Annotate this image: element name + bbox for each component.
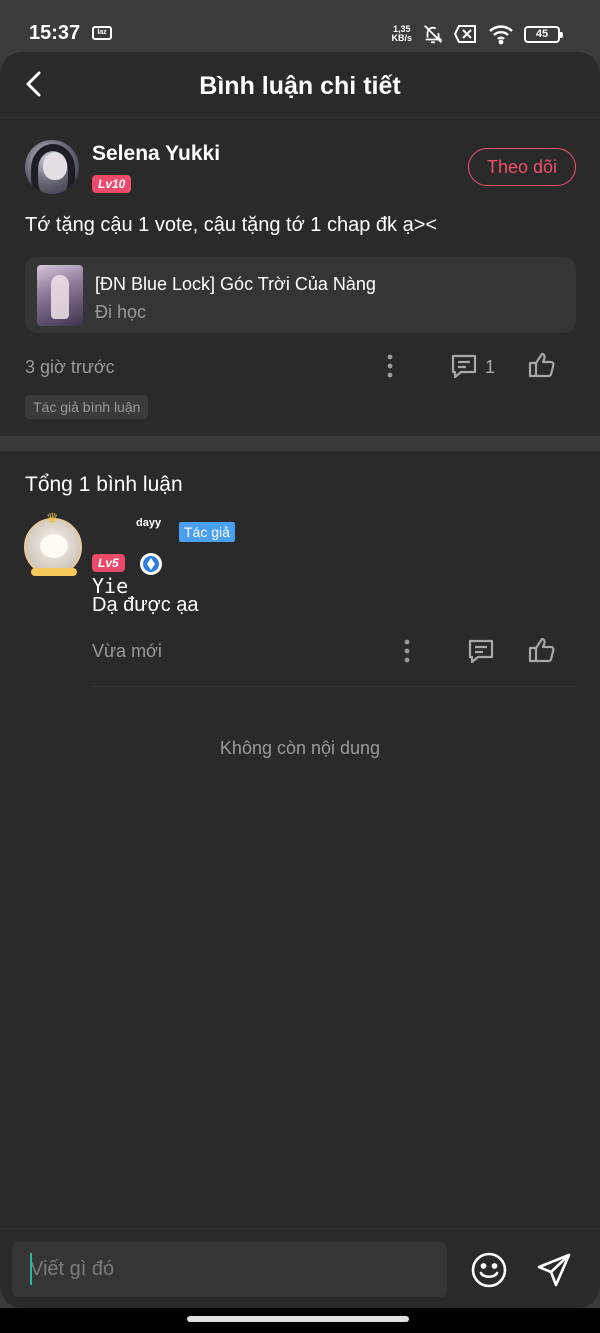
page-title: Bình luận chi tiết	[199, 72, 401, 100]
status-icons: 1,35 KB/s 45	[391, 22, 563, 46]
send-button[interactable]	[535, 1251, 573, 1289]
bell-muted-icon	[424, 25, 443, 44]
emoji-button[interactable]	[470, 1251, 508, 1289]
comment-icon	[451, 354, 477, 379]
total-comments-label: Tổng 1 bình luận	[25, 473, 183, 496]
comment-icon	[468, 639, 494, 664]
reply-text: Dạ được ạa	[92, 594, 199, 616]
reply-count: 1	[485, 357, 496, 377]
more-button[interactable]	[374, 350, 406, 382]
text-caret	[30, 1253, 32, 1285]
send-icon	[537, 1253, 571, 1287]
network-speed: 1,35 KB/s	[391, 24, 412, 43]
author-comment-chip: Tác giả bình luận	[25, 395, 149, 419]
reply-time: Vừa mới	[92, 641, 162, 661]
follow-button[interactable]: Theo dõi	[468, 148, 576, 186]
avatar[interactable]	[25, 140, 79, 194]
thumbs-up-icon	[528, 637, 555, 663]
book-title: [ĐN Blue Lock] Góc Trời Của Nàng	[95, 274, 376, 294]
crown-icon: ♛	[46, 510, 59, 526]
laz-notification-icon: laz	[92, 26, 112, 40]
level-badge: Lv10	[92, 175, 132, 193]
divider	[92, 686, 576, 687]
status-bar: 15:37 laz 1,35 KB/s 45	[0, 0, 600, 52]
end-of-content-label: Không còn nội dung	[219, 738, 381, 758]
home-indicator[interactable]	[187, 1316, 409, 1322]
wifi-icon	[489, 25, 513, 45]
diamond-badge-icon	[140, 553, 162, 575]
more-button[interactable]	[391, 635, 423, 667]
comment-detail-sheet: Bình luận chi tiết Selena Yukki Lv10 The…	[0, 52, 600, 1308]
author-tag: Tác giả	[179, 522, 235, 542]
comment-text: Tớ tặng cậu 1 vote, cậu tặng tớ 1 chap đ…	[25, 214, 438, 236]
comment-button[interactable]	[448, 350, 480, 382]
comment-user-name[interactable]: Selena Yukki	[92, 142, 220, 166]
battery-icon: 45	[524, 25, 563, 43]
comment-time: 3 giờ trước	[25, 357, 115, 377]
sim-off-icon	[454, 25, 476, 43]
level-badge: Lv5	[92, 554, 125, 572]
book-card[interactable]: [ĐN Blue Lock] Góc Trời Của Nàng Đi học	[25, 257, 576, 333]
header: Bình luận chi tiết	[0, 52, 600, 118]
book-cover-image	[37, 265, 83, 326]
section-divider	[0, 436, 600, 451]
comment-input-bar	[0, 1228, 600, 1308]
thumbs-up-icon	[528, 352, 555, 378]
like-button[interactable]	[526, 634, 558, 666]
emoji-icon	[471, 1252, 507, 1288]
comment-button[interactable]	[465, 635, 497, 667]
like-button[interactable]	[526, 349, 558, 381]
reply-user-name-sup: dayy	[136, 517, 162, 529]
status-time: 15:37	[29, 22, 81, 44]
book-chapter: Đi học	[95, 302, 147, 322]
more-vertical-icon	[404, 639, 410, 663]
avatar[interactable]: ♛	[24, 510, 82, 576]
more-vertical-icon	[387, 354, 393, 378]
comment-input[interactable]	[12, 1242, 447, 1297]
